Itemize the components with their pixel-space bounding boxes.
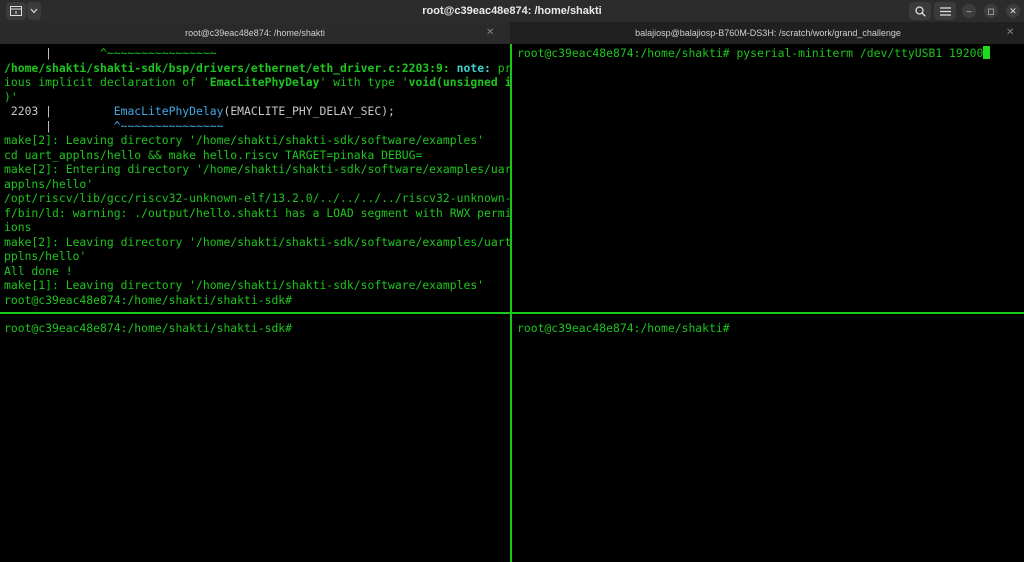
term-prompt: root@c39eac48e874:/home/shakti# bbox=[517, 321, 730, 335]
term-line: EmacLitePhyDelay bbox=[209, 75, 320, 89]
term-line: ious implicit declaration of ' bbox=[4, 75, 210, 89]
terminal-output: root@c39eac48e874:/home/shakti/shakti-sd… bbox=[4, 321, 292, 336]
term-line: note: bbox=[449, 60, 491, 75]
term-line: ions bbox=[4, 220, 32, 234]
tab-bar: root@c39eac48e874: /home/shakti ✕ balaji… bbox=[0, 22, 1024, 44]
term-line: All done ! bbox=[4, 263, 73, 278]
term-line: prev bbox=[497, 60, 510, 75]
search-icon bbox=[914, 5, 926, 17]
tab-close-icon[interactable]: ✕ bbox=[486, 22, 494, 44]
terminal-pane-top-right[interactable]: root@c39eac48e874:/home/shakti# pyserial… bbox=[513, 44, 1024, 312]
term-line: pplns/hello' bbox=[4, 249, 87, 263]
restore-button[interactable]: ◻ bbox=[984, 4, 998, 18]
tab-grand-challenge[interactable]: balajiosp@balajiosp-B760M-DS3H: /scratch… bbox=[512, 22, 1024, 44]
close-button[interactable]: ✕ bbox=[1006, 4, 1020, 18]
term-prompt: root@c39eac48e874:/home/shakti/shakti-sd… bbox=[4, 292, 293, 307]
tab-close-icon[interactable]: ✕ bbox=[1006, 22, 1014, 44]
terminal-pane-bottom-right[interactable]: root@c39eac48e874:/home/shakti# bbox=[513, 315, 1024, 562]
term-line: void(unsigned int bbox=[408, 75, 510, 89]
close-icon: ✕ bbox=[1009, 6, 1017, 16]
search-button[interactable] bbox=[909, 2, 931, 20]
term-line: )' bbox=[4, 89, 18, 104]
term-line: 2203 | bbox=[4, 104, 114, 118]
hamburger-menu-button[interactable] bbox=[934, 2, 956, 20]
horizontal-split-divider[interactable] bbox=[0, 312, 1024, 314]
terminal-output: root@c39eac48e874:/home/shakti# bbox=[517, 321, 730, 336]
term-line: /home/shakti/shakti-sdk/bsp/drivers/ethe… bbox=[4, 60, 450, 75]
term-line: ^~~~~~~~~~~~~~~~~ bbox=[100, 46, 217, 60]
term-line: make[1]: Leaving directory '/home/shakti… bbox=[4, 278, 485, 292]
terminal-pane-top-left[interactable]: | ^~~~~~~~~~~~~~~~~ /home/shakti/shakti-… bbox=[0, 44, 510, 312]
tab-label: root@c39eac48e874: /home/shakti bbox=[185, 28, 325, 38]
term-line: EmacLitePhyDelay bbox=[113, 104, 224, 118]
term-line: make[2]: Leaving directory '/home/shakti… bbox=[4, 234, 510, 249]
term-line: (EMACLITE_PHY_DELAY_SEC); bbox=[223, 104, 395, 118]
minimize-icon: – bbox=[966, 6, 972, 16]
restore-icon: ◻ bbox=[987, 6, 995, 16]
window-titlebar: root@c39eac48e874: /home/shakti – ◻ ✕ bbox=[0, 0, 1024, 22]
window-title: root@c39eac48e874: /home/shakti bbox=[422, 5, 602, 17]
term-line: applns/hello' bbox=[4, 176, 94, 191]
menu-icon bbox=[939, 6, 951, 16]
term-prompt: root@c39eac48e874:/home/shakti# pyserial… bbox=[517, 46, 984, 60]
terminal-pane-bottom-left[interactable]: root@c39eac48e874:/home/shakti/shakti-sd… bbox=[0, 315, 510, 562]
terminal-cursor bbox=[983, 46, 991, 59]
minimize-button[interactable]: – bbox=[962, 4, 976, 18]
term-line: | bbox=[4, 46, 101, 60]
term-line: ' with type ' bbox=[319, 75, 409, 89]
term-line: make[2]: Entering directory '/home/shakt… bbox=[4, 162, 510, 176]
term-line: | bbox=[4, 118, 114, 133]
tab-root-shakti[interactable]: root@c39eac48e874: /home/shakti bbox=[0, 22, 510, 44]
term-line: /opt/riscv/lib/gcc/riscv32-unknown-elf/1… bbox=[4, 191, 510, 205]
term-prompt: root@c39eac48e874:/home/shakti/shakti-sd… bbox=[4, 321, 293, 335]
term-line: make[2]: Leaving directory '/home/shakti… bbox=[4, 133, 485, 147]
terminal-output: | ^~~~~~~~~~~~~~~~~ /home/shakti/shakti-… bbox=[4, 46, 510, 307]
term-line: cd uart_applns/hello && make hello.riscv… bbox=[4, 147, 423, 162]
tab-label: balajiosp@balajiosp-B760M-DS3H: /scratch… bbox=[635, 28, 901, 38]
term-line: f/bin/ld: warning: ./output/hello.shakti… bbox=[4, 205, 510, 220]
vertical-split-divider[interactable] bbox=[510, 44, 512, 562]
term-line: ^~~~~~~~~~~~~~~~ bbox=[113, 118, 224, 133]
terminal-output: root@c39eac48e874:/home/shakti# pyserial… bbox=[517, 46, 991, 61]
